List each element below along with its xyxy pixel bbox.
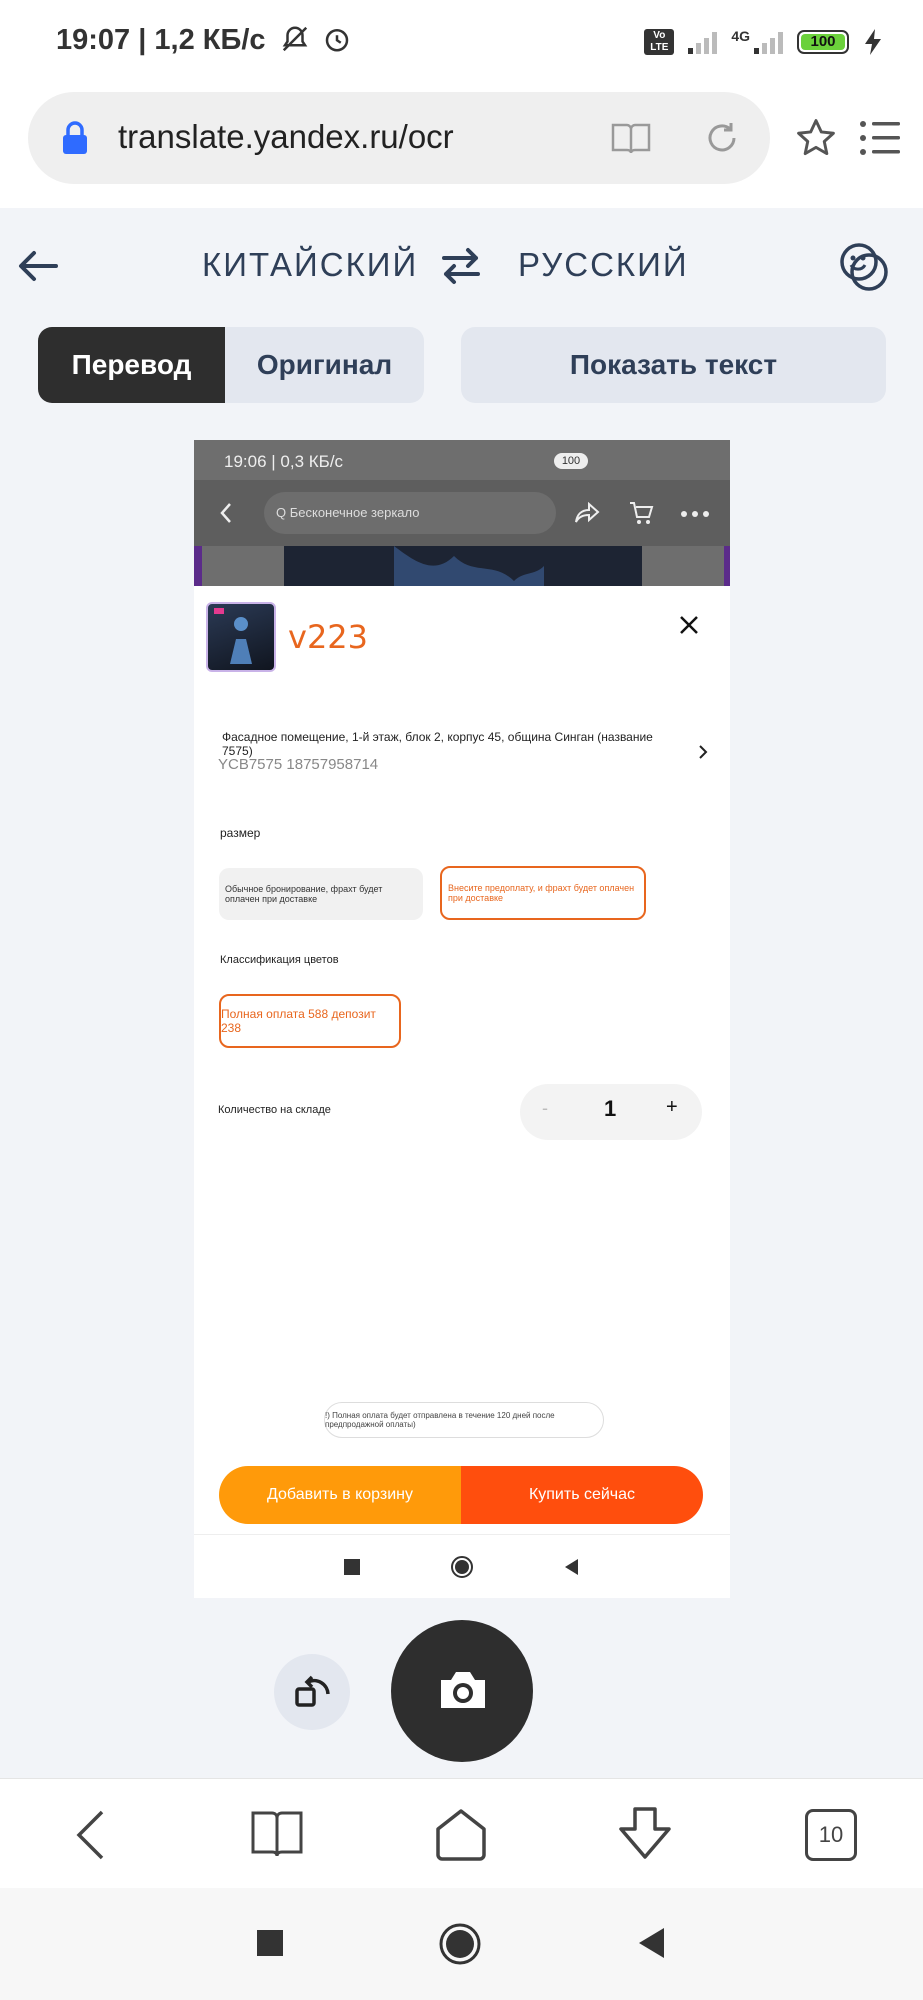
status-time: 19:07 | 1,2 КБ/с: [56, 24, 352, 57]
signal-icon: [688, 30, 718, 54]
rotate-icon: [295, 1675, 330, 1707]
camera-button[interactable]: [391, 1620, 533, 1762]
reader-icon[interactable]: [610, 120, 652, 156]
chevron-right-icon: [699, 745, 708, 759]
url-text[interactable]: translate.yandex.ru/ocr: [118, 118, 454, 156]
figure-silhouette-icon: [394, 546, 544, 586]
browser-bottom-nav: 10: [0, 1778, 923, 1888]
option-booking: Обычное бронирование, фрахт будет оплаче…: [219, 868, 423, 920]
translated-image: 19:06 | 0,3 КБ/с 100 Q Бесконечное зерка…: [194, 440, 730, 1598]
download-icon[interactable]: [616, 1805, 674, 1863]
volte-icon: Vo LTE: [644, 29, 675, 55]
book-icon[interactable]: [250, 1809, 304, 1859]
image-more-icon: [681, 511, 709, 517]
image-square-icon: [344, 1559, 360, 1575]
payment-note: !) Полная оплата будет отправлена в тече…: [324, 1402, 604, 1438]
target-language[interactable]: РУССКИЙ: [518, 246, 689, 284]
image-home-icon: [451, 1556, 473, 1578]
image-search: Q Бесконечное зеркало: [264, 492, 556, 534]
alarm-icon: [325, 29, 348, 52]
menu-icon[interactable]: [858, 118, 902, 158]
qty-minus: -: [542, 1098, 548, 1118]
home-icon[interactable]: [434, 1807, 488, 1861]
delivery-phone: YCB7575 18757958714: [218, 756, 379, 773]
star-icon[interactable]: [794, 116, 838, 160]
image-system-nav: [194, 1534, 730, 1598]
image-nav-bar: Q Бесконечное зеркало: [194, 480, 730, 546]
home-circle-icon[interactable]: [438, 1922, 482, 1966]
reload-icon[interactable]: [704, 120, 740, 156]
image-share-icon: [575, 502, 600, 523]
chevron-left-icon[interactable]: [74, 1809, 106, 1861]
size-label: размер: [220, 826, 261, 840]
image-status-time: 19:06 | 0,3 КБ/с: [224, 452, 344, 471]
back-arrow-icon[interactable]: [16, 248, 60, 284]
status-bar: 19:07 | 1,2 КБ/с Vo LTE 4G 100: [0, 0, 923, 82]
battery-icon: 100: [797, 30, 849, 54]
image-product-banner: [194, 546, 730, 586]
add-to-cart-button: Добавить в корзину: [219, 1466, 461, 1524]
qty-plus: +: [666, 1096, 678, 1118]
back-triangle-icon[interactable]: [636, 1926, 666, 1960]
color-label: Классификация цветов: [220, 954, 339, 966]
quantity-stepper: - 1 +: [520, 1084, 702, 1140]
image-back-icon: [220, 503, 231, 523]
qty-value: 1: [604, 1096, 617, 1121]
stock-label: Количество на складе: [218, 1104, 331, 1116]
tab-original[interactable]: Оригинал: [225, 327, 424, 403]
lock-icon: [63, 121, 87, 154]
system-nav-bar: [0, 1888, 923, 2000]
signal-icon-2: [754, 30, 783, 54]
network-type: 4G: [731, 28, 750, 44]
mute-icon: [282, 26, 307, 52]
close-icon: [680, 616, 698, 634]
tabs-counter-button[interactable]: 10: [805, 1809, 857, 1861]
battery-level: 100: [801, 34, 845, 50]
buy-now-button: Купить сейчас: [461, 1466, 703, 1524]
status-time-text: 19:07 | 1,2 КБ/с: [56, 24, 266, 56]
image-cart-icon: [630, 502, 654, 524]
product-thumbnail: [206, 602, 276, 672]
status-icons: Vo LTE 4G 100: [644, 22, 883, 62]
product-figure-icon: [214, 608, 252, 664]
image-battery: 100: [554, 453, 588, 469]
image-back-triangle-icon: [565, 1559, 578, 1575]
camera-icon: [441, 1672, 485, 1708]
product-price: v223: [288, 618, 369, 656]
delivery-address: Фасадное помещение, 1-й этаж, блок 2, ко…: [222, 730, 653, 758]
rotate-button[interactable]: [274, 1654, 350, 1730]
swap-icon[interactable]: [440, 246, 482, 286]
charging-icon: [865, 29, 881, 55]
show-text-button[interactable]: Показать текст: [461, 327, 886, 403]
color-option: Полная оплата 588 депозит 238: [219, 994, 401, 1048]
feedback-icon[interactable]: [838, 240, 890, 292]
option-prepay: Внесите предоплату, и фрахт будет оплаче…: [440, 866, 646, 920]
image-top-overlay: 19:06 | 0,3 КБ/с 100 Q Бесконечное зерка…: [194, 440, 730, 586]
recents-icon[interactable]: [257, 1930, 283, 1956]
tab-translation[interactable]: Перевод: [38, 327, 225, 403]
source-language[interactable]: КИТАЙСКИЙ: [202, 246, 418, 284]
address-bar[interactable]: translate.yandex.ru/ocr: [28, 92, 770, 184]
